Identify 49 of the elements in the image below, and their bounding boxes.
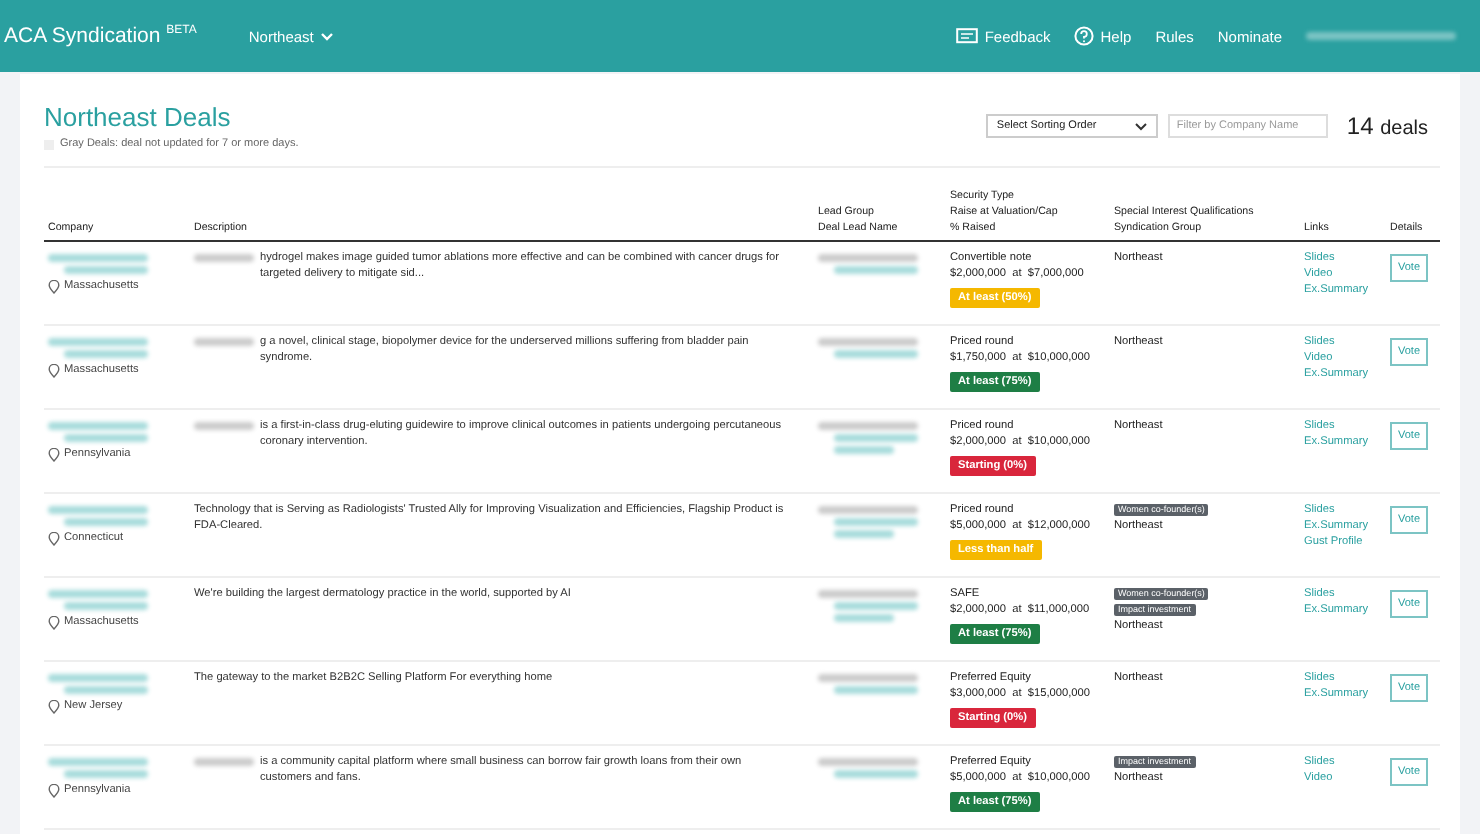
redacted-company-link[interactable] [48,758,148,766]
redacted-lead-link[interactable] [834,266,918,274]
redacted-company-link[interactable] [48,422,148,430]
redacted-founder-link[interactable] [64,686,148,694]
redacted-lead-link[interactable] [834,446,894,454]
redacted-lead-group [818,422,918,430]
location-pin-icon [48,363,60,377]
redacted-founder-link[interactable] [64,770,148,778]
app-logo[interactable]: ACA Syndication $^{BETA}$ [4,24,197,48]
redacted-company-name [194,422,254,430]
page-title: Northeast Deals [44,102,233,132]
chat-icon [956,27,979,45]
redacted-company-link[interactable] [48,590,148,598]
chevron-down-icon [319,31,334,41]
redacted-lead-group [818,506,918,514]
redacted-lead-link[interactable] [834,686,918,694]
redacted-lead-link[interactable] [834,614,894,622]
redacted-company-name [194,254,254,262]
chevron-down-icon [1134,121,1149,131]
redacted-lead-group [818,590,918,598]
redacted-founder-link[interactable] [64,434,148,442]
redacted-founder-link[interactable] [64,350,148,358]
redacted-lead-link[interactable] [834,770,918,778]
redacted-company-link[interactable] [48,338,148,346]
redacted-lead-link[interactable] [834,602,918,610]
redacted-lead-group [818,254,918,262]
redacted-company-name [194,758,254,766]
location-pin-icon [48,531,60,545]
redacted-lead-link[interactable] [834,518,918,526]
redacted-lead-group [818,674,918,682]
redacted-founder-link[interactable] [64,518,148,526]
redacted-lead-link[interactable] [834,434,918,442]
location-pin-icon [48,447,60,461]
deal-count: 14 deals [1346,112,1428,140]
redacted-founder-link[interactable] [64,602,148,610]
redacted-company-link[interactable] [48,506,148,514]
redacted-company-link[interactable] [48,254,148,262]
redacted-lead-link[interactable] [834,350,918,358]
redacted-company-name [194,338,254,346]
help-icon [1074,26,1095,46]
redacted-lead-link[interactable] [834,530,894,538]
redacted-lead-group [818,338,918,346]
location-pin-icon [48,615,60,629]
redacted-company-link[interactable] [48,674,148,682]
location-pin-icon [48,279,60,293]
redacted-lead-group [818,758,918,766]
location-pin-icon [48,699,60,713]
location-pin-icon [48,783,60,797]
redacted-founder-link[interactable] [64,266,148,274]
